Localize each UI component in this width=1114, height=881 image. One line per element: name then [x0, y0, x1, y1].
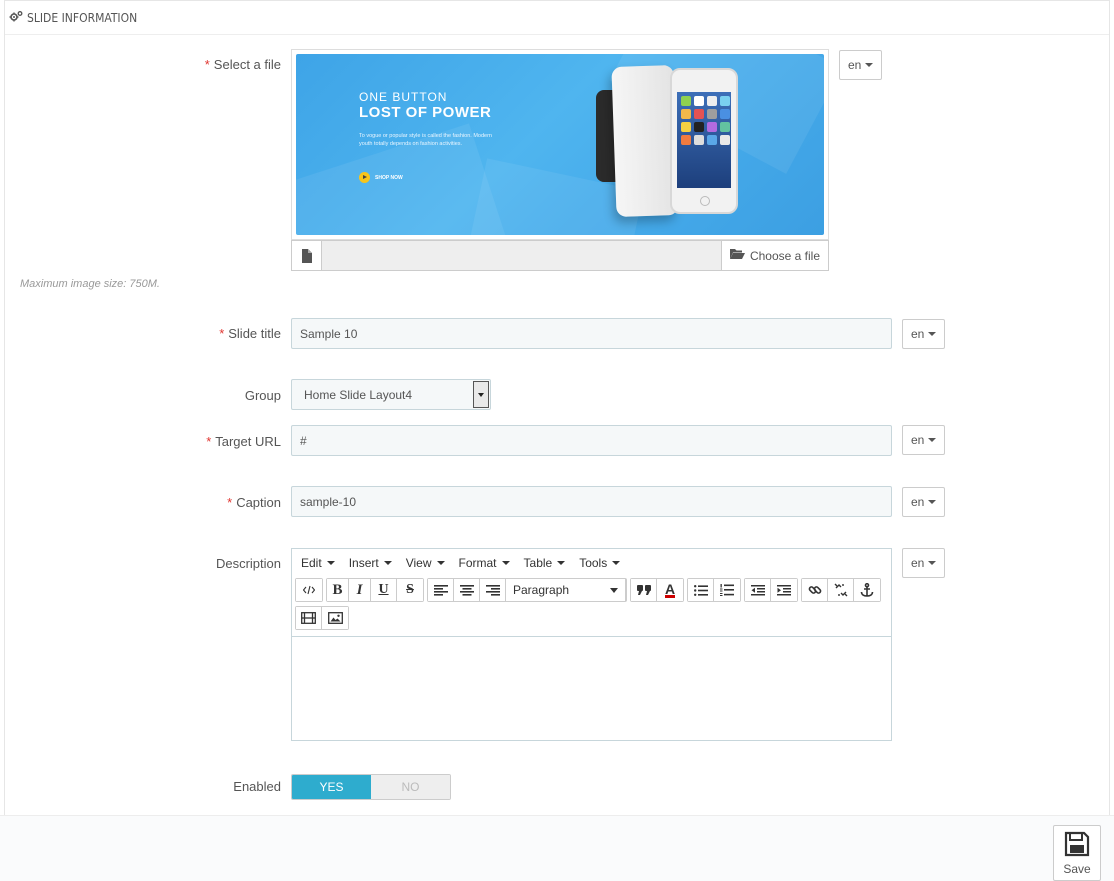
- menu-format[interactable]: Format: [453, 556, 516, 570]
- panel-heading: SLIDE INFORMATION: [5, 1, 1109, 35]
- shop-now-badge: SHOP NOW: [359, 172, 403, 183]
- description-lang-dropdown[interactable]: en: [902, 548, 945, 578]
- target-url-label: * Target URL: [206, 434, 281, 449]
- numbered-list-icon[interactable]: [714, 579, 740, 601]
- max-size-help: Maximum image size: 750M.: [20, 278, 160, 290]
- folder-open-icon: [729, 248, 745, 263]
- caption-lang-dropdown[interactable]: en: [902, 487, 945, 517]
- select-arrow-icon: [473, 381, 489, 408]
- caption-label: * Caption: [227, 495, 281, 510]
- editor-menubar: Edit Insert View Format Table Tools: [292, 549, 891, 576]
- chevron-down-icon: [928, 561, 937, 565]
- link-icon[interactable]: [802, 579, 828, 601]
- insert-image-icon[interactable]: [322, 607, 348, 629]
- cogs-icon: [9, 10, 23, 25]
- panel-title: SLIDE INFORMATION: [27, 10, 138, 25]
- banner-image: ONE BUTTON LOST OF POWER To vogue or pop…: [296, 54, 824, 235]
- description-label: Description: [215, 556, 281, 571]
- target-url-input[interactable]: #: [291, 425, 892, 456]
- source-code-icon[interactable]: [296, 579, 322, 601]
- description-editor: Edit Insert View Format Table Tools B I …: [291, 548, 892, 741]
- block-format-select[interactable]: Paragraph: [506, 579, 626, 601]
- save-icon: [1064, 831, 1090, 860]
- phone-front-image: [670, 68, 738, 214]
- group-label: Group: [244, 388, 281, 403]
- blockquote-icon[interactable]: [631, 579, 657, 601]
- enabled-no-option[interactable]: NO: [371, 775, 450, 799]
- menu-edit[interactable]: Edit: [295, 556, 341, 570]
- panel-footer: [0, 815, 1114, 881]
- select-file-label: * Select a file: [204, 57, 281, 72]
- anchor-icon[interactable]: [854, 579, 880, 601]
- chevron-down-icon: [610, 587, 618, 593]
- align-right-icon[interactable]: [480, 579, 506, 601]
- text-color-button[interactable]: A: [657, 579, 683, 601]
- strikethrough-button[interactable]: S: [397, 579, 423, 601]
- slide-title-input[interactable]: Sample 10: [291, 318, 892, 349]
- underline-button[interactable]: U: [371, 579, 397, 601]
- editor-toolbar-row-1: B I U S Paragraph A: [292, 576, 891, 604]
- insert-video-icon[interactable]: [296, 607, 322, 629]
- chevron-down-icon: [928, 500, 937, 504]
- enabled-yes-option[interactable]: YES: [292, 775, 371, 799]
- unlink-icon[interactable]: [828, 579, 854, 601]
- enabled-switch[interactable]: YES NO: [291, 774, 451, 800]
- target-url-lang-dropdown[interactable]: en: [902, 425, 945, 455]
- align-left-icon[interactable]: [428, 579, 454, 601]
- choose-file-button[interactable]: Choose a file: [721, 241, 828, 270]
- italic-button[interactable]: I: [349, 579, 371, 601]
- group-select[interactable]: Home Slide Layout4: [291, 379, 491, 410]
- phone-white-image: [611, 64, 679, 218]
- file-lang-dropdown[interactable]: en: [839, 50, 882, 80]
- slide-title-label: * Slide title: [219, 326, 281, 341]
- file-upload-bar: Choose a file: [291, 240, 829, 271]
- bold-button[interactable]: B: [327, 579, 349, 601]
- indent-icon[interactable]: [771, 579, 797, 601]
- chevron-down-icon: [865, 63, 874, 67]
- bullet-list-icon[interactable]: [688, 579, 714, 601]
- editor-toolbar-row-2: [292, 604, 891, 632]
- outdent-icon[interactable]: [745, 579, 771, 601]
- file-icon: [292, 241, 322, 270]
- slide-title-lang-dropdown[interactable]: en: [902, 319, 945, 349]
- menu-view[interactable]: View: [400, 556, 451, 570]
- chevron-down-icon: [928, 438, 937, 442]
- menu-insert[interactable]: Insert: [343, 556, 398, 570]
- chevron-down-icon: [928, 332, 937, 336]
- save-button[interactable]: Save: [1053, 825, 1101, 881]
- align-center-icon[interactable]: [454, 579, 480, 601]
- menu-table[interactable]: Table: [518, 556, 572, 570]
- caption-input[interactable]: sample-10: [291, 486, 892, 517]
- menu-tools[interactable]: Tools: [573, 556, 626, 570]
- description-text-area[interactable]: [292, 636, 891, 740]
- enabled-label: Enabled: [233, 779, 281, 794]
- file-name-input[interactable]: [322, 241, 721, 270]
- slide-image-preview: ONE BUTTON LOST OF POWER To vogue or pop…: [291, 49, 829, 240]
